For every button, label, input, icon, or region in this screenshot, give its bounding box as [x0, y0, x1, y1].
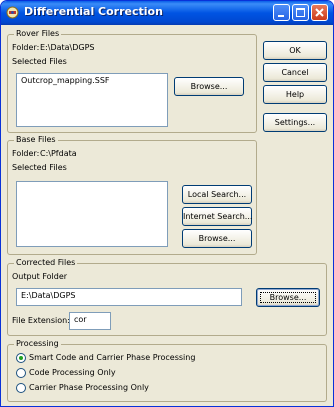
radio-smart-code-carrier[interactable]	[16, 353, 26, 363]
focus-ring	[260, 292, 316, 303]
title-bar[interactable]: Differential Correction	[1, 1, 333, 25]
corrected-files-label: Corrected Files	[14, 258, 78, 267]
maximize-button[interactable]	[292, 4, 309, 21]
window-title: Differential Correction	[24, 5, 163, 18]
internet-search-button[interactable]: Internet Search...	[182, 207, 252, 226]
rover-files-group: Rover Files Folder: E:\Data\DGPS Selecte…	[7, 29, 257, 133]
ok-button[interactable]: OK	[263, 41, 327, 60]
list-item[interactable]: Outcrop_mapping.SSF	[21, 76, 110, 85]
base-folder-value: C:\Pfdata	[40, 149, 77, 158]
cancel-button[interactable]: Cancel	[263, 63, 327, 82]
help-button[interactable]: Help	[263, 85, 327, 104]
rover-selected-label: Selected Files	[12, 57, 67, 66]
base-folder-label: Folder:	[12, 149, 40, 158]
rover-folder-label: Folder:	[12, 43, 40, 52]
minimize-icon	[278, 15, 284, 17]
extension-input[interactable]: cor	[69, 312, 111, 330]
rover-folder-value: E:\Data\DGPS	[40, 43, 95, 52]
option-carrier-phase-only[interactable]: Carrier Phase Processing Only	[29, 383, 149, 392]
base-files-list[interactable]	[16, 181, 168, 247]
rover-files-label: Rover Files	[14, 29, 62, 38]
extension-label: File Extension:	[12, 316, 70, 325]
rover-browse-button[interactable]: Browse...	[174, 77, 244, 96]
maximize-icon	[296, 8, 305, 17]
processing-group: Processing Smart Code and Carrier Phase …	[7, 339, 327, 402]
radio-carrier-phase-only[interactable]	[16, 383, 26, 393]
corrected-files-group: Corrected Files Output Folder E:\Data\DG…	[7, 258, 327, 336]
settings-button[interactable]: Settings...	[263, 113, 327, 132]
dialog-window: Differential Correction Rover Files Fold…	[0, 0, 334, 407]
minimize-button[interactable]	[273, 4, 290, 21]
base-files-label: Base Files	[14, 135, 58, 144]
base-files-group: Base Files Folder: C:\Pfdata Selected Fi…	[7, 135, 257, 255]
option-smart-code-carrier[interactable]: Smart Code and Carrier Phase Processing	[29, 353, 195, 362]
base-selected-label: Selected Files	[12, 163, 67, 172]
output-folder-label: Output Folder	[12, 272, 68, 281]
close-button[interactable]	[311, 4, 328, 21]
option-code-only[interactable]: Code Processing Only	[29, 368, 116, 377]
close-icon	[315, 8, 324, 17]
output-browse-button[interactable]: Browse...	[256, 288, 320, 307]
base-browse-button[interactable]: Browse...	[182, 229, 252, 248]
radio-code-only[interactable]	[16, 368, 26, 378]
rover-files-list[interactable]: Outcrop_mapping.SSF	[16, 73, 168, 127]
processing-label: Processing	[14, 339, 61, 348]
local-search-button[interactable]: Local Search...	[182, 185, 252, 204]
output-folder-input[interactable]: E:\Data\DGPS	[16, 288, 242, 306]
satellite-icon	[6, 6, 19, 19]
